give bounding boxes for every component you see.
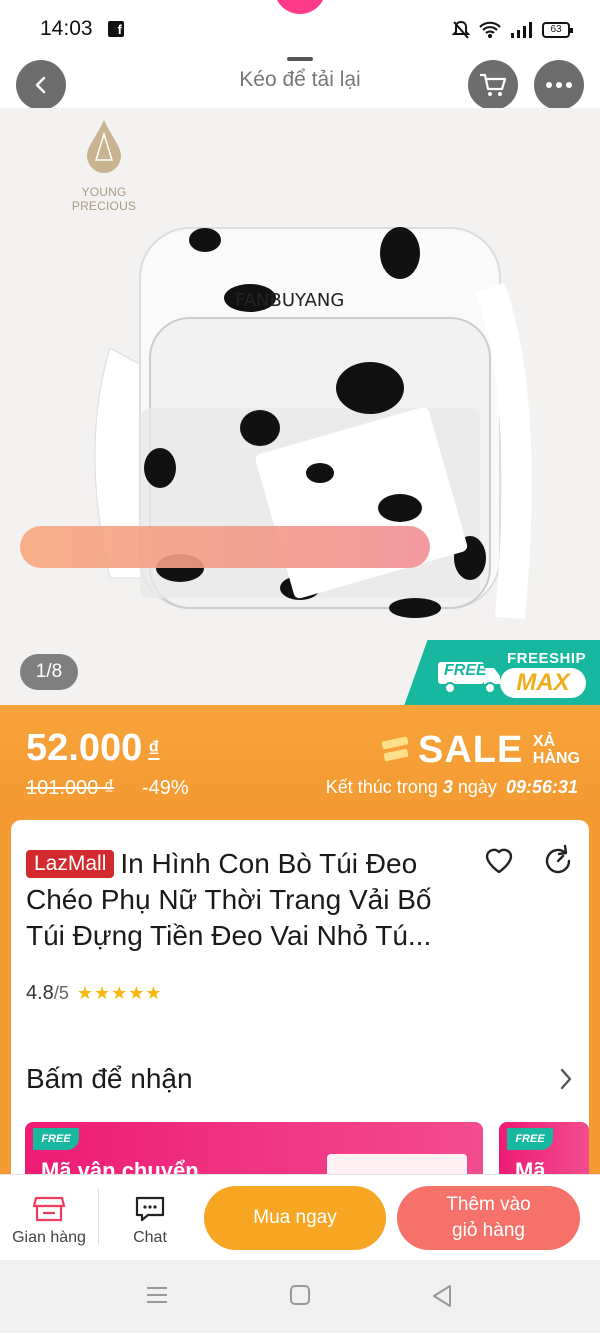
ticket-icon	[381, 736, 409, 762]
freeship-max-badge: FREE FREESHIP MAX	[404, 640, 600, 706]
claim-heading[interactable]: Bấm để nhận	[26, 1063, 193, 1095]
more-button[interactable]	[534, 60, 584, 110]
home-square-icon	[290, 1285, 310, 1305]
chevron-right-icon[interactable]	[557, 1066, 575, 1092]
sale-sub-line2: HÀNG	[532, 750, 580, 767]
currency-symbol: ₫	[148, 736, 160, 761]
free-label: FREE	[444, 662, 487, 679]
sale-logo: SALE XẢ HÀNG	[380, 729, 580, 773]
chat-icon	[135, 1196, 165, 1222]
sale-countdown: Kết thúc trong 3 ngày 09:56:31	[326, 777, 578, 798]
countdown-unit: ngày	[457, 777, 497, 797]
discount-percent: -49%	[142, 777, 189, 799]
store-label: Gian hàng	[12, 1229, 86, 1246]
more-dots-icon	[546, 82, 572, 88]
share-icon[interactable]	[541, 844, 575, 878]
add-to-cart-line2: giỏ hàng	[452, 1220, 525, 1241]
product-info-section: LazMall In Hình Con Bò Túi Đeo Chéo Phụ N…	[0, 817, 600, 1192]
notification-notch	[274, 0, 326, 14]
product-info-card: LazMall In Hình Con Bò Túi Đeo Chéo Phụ N…	[11, 820, 589, 1192]
status-time: 14:03	[40, 17, 93, 40]
pull-handle	[287, 57, 313, 61]
freeship-max-label: MAX	[500, 668, 586, 698]
buy-now-button[interactable]: Mua ngay	[204, 1186, 386, 1250]
svg-text:FANBUYANG: FANBUYANG	[235, 290, 344, 311]
product-rating[interactable]: 4.8/5 ★★★★★	[26, 982, 163, 1005]
lazmall-badge: LazMall	[26, 850, 115, 878]
voucher-free-tag: FREE	[507, 1128, 553, 1150]
price-banner: 52.000 ₫ 101.000 ₫ -49% SALE XẢ HÀNG Kết …	[0, 705, 600, 817]
android-navigation-bar	[0, 1260, 600, 1333]
image-counter: 1/8	[20, 654, 78, 690]
brand-drop-logo	[87, 120, 121, 173]
cart-button[interactable]	[468, 60, 518, 110]
sale-word: SALE	[418, 729, 524, 771]
facebook-notification-icon: f	[108, 21, 124, 37]
add-to-cart-line1: Thêm vào	[446, 1194, 531, 1215]
floating-promo-bar[interactable]	[20, 526, 430, 568]
original-price: 101.000 ₫	[26, 777, 115, 799]
chat-label: Chat	[133, 1229, 167, 1246]
battery-icon: 63	[542, 22, 573, 38]
home-button[interactable]	[289, 1284, 311, 1311]
freeship-label: FREESHIP	[506, 650, 586, 667]
mute-bell-icon	[452, 20, 470, 39]
bottom-divider	[98, 1189, 99, 1245]
countdown-prefix: Kết thúc trong	[325, 777, 438, 797]
bottom-action-bar: Gian hàng Chat Mua ngay Thêm vào giỏ hàn…	[0, 1174, 600, 1260]
wifi-icon	[479, 21, 501, 38]
menu-lines-icon	[147, 1287, 167, 1303]
back-nav-button[interactable]	[430, 1284, 454, 1313]
countdown-time: 09:56:31	[505, 777, 578, 797]
current-price: 52.000 ₫	[26, 727, 160, 770]
heart-icon[interactable]	[483, 844, 515, 876]
rating-stars: ★★★★★	[76, 983, 163, 1003]
add-to-cart-button[interactable]: Thêm vào giỏ hàng	[397, 1186, 580, 1250]
product-title: LazMall In Hình Con Bò Túi Đeo Chéo Phụ N…	[26, 846, 466, 954]
store-icon	[33, 1196, 65, 1222]
status-bar: 14:03 f 63	[0, 0, 600, 60]
voucher-free-tag: FREE	[33, 1128, 79, 1150]
product-image-carousel[interactable]: YOUNG PRECIOUS FANBUYANG 1/8 FREE FREESH…	[0, 108, 600, 706]
rating-max: /5	[53, 983, 69, 1003]
status-icons: 63	[452, 18, 573, 42]
chat-button[interactable]: Chat	[102, 1183, 198, 1247]
top-nav: Kéo để tải lại	[0, 55, 600, 111]
signal-icon	[511, 22, 532, 38]
current-price-value: 52.000	[26, 727, 143, 769]
bag-illustration: FANBUYANG	[94, 227, 532, 620]
countdown-days: 3	[442, 777, 453, 797]
rating-value: 4.8	[26, 982, 54, 1004]
cart-icon	[480, 73, 507, 96]
recent-apps-button[interactable]	[146, 1284, 168, 1311]
store-button[interactable]: Gian hàng	[1, 1183, 97, 1247]
sale-sub-line1: XẢ	[532, 733, 556, 750]
back-triangle-icon	[433, 1285, 451, 1307]
sale-sub-label: XẢ HÀNG	[533, 733, 580, 767]
